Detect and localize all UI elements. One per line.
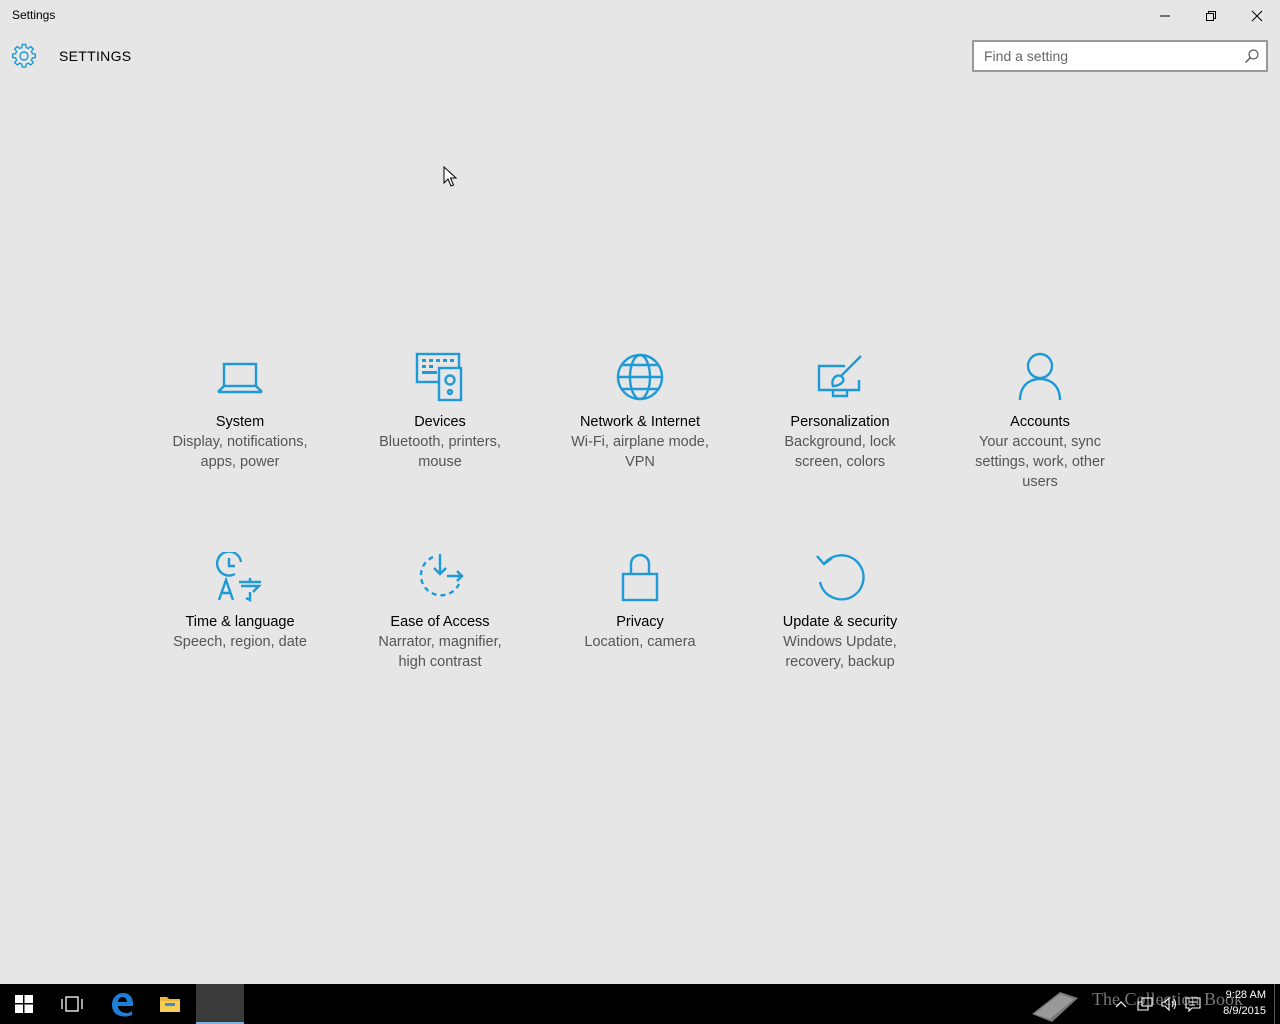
- tile-privacy[interactable]: Privacy Location, camera: [560, 552, 720, 652]
- tile-description: Location, camera: [584, 634, 696, 650]
- windows-logo-icon: [15, 995, 33, 1013]
- ease-of-access-icon: [419, 554, 464, 597]
- search-box[interactable]: [972, 40, 1268, 72]
- mouse-cursor-icon: [443, 166, 457, 187]
- search-icon[interactable]: [1244, 48, 1260, 64]
- restore-button[interactable]: [1188, 0, 1234, 32]
- tile-accounts[interactable]: Accounts Your account, sync settings, wo…: [960, 352, 1120, 492]
- globe-icon: [616, 353, 664, 401]
- person-icon: [1018, 352, 1062, 401]
- search-input[interactable]: [974, 42, 1234, 70]
- gear-icon: [12, 43, 36, 68]
- tile-description: Bluetooth, printers, mouse: [379, 434, 501, 470]
- edge-button[interactable]: [98, 984, 146, 1024]
- tile-update-security[interactable]: Update & security Windows Update, recove…: [760, 552, 920, 672]
- tile-name: Accounts: [1010, 414, 1070, 430]
- tile-system[interactable]: System Display, notifications, apps, pow…: [160, 352, 320, 472]
- volume-icon[interactable]: [1160, 995, 1178, 1013]
- tile-description: Your account, sync settings, work, other…: [975, 434, 1105, 490]
- tile-name: Time & language: [185, 614, 295, 630]
- tile-network-internet[interactable]: Network & Internet Wi-Fi, airplane mode,…: [560, 352, 720, 472]
- tile-name: Update & security: [782, 614, 898, 630]
- title-bar: Settings: [0, 0, 1280, 32]
- clock-date: 8/9/2015: [1223, 1005, 1266, 1017]
- task-view-icon: [61, 996, 83, 1012]
- tile-personalization[interactable]: Personalization Background, lock screen,…: [760, 352, 920, 472]
- minimize-button[interactable]: [1142, 0, 1188, 32]
- show-desktop-button[interactable]: [1274, 984, 1275, 1024]
- window-title: Settings: [12, 8, 56, 22]
- start-button[interactable]: [0, 984, 48, 1024]
- tile-devices[interactable]: Devices Bluetooth, printers, mouse: [360, 352, 520, 472]
- tile-name: Privacy: [616, 614, 664, 630]
- tile-description: Speech, region, date: [173, 634, 307, 650]
- tile-ease-of-access[interactable]: Ease of Access Narrator, magnifier, high…: [360, 552, 520, 672]
- laptop-icon: [217, 362, 263, 394]
- close-button[interactable]: [1234, 0, 1280, 32]
- tile-name: Devices: [414, 414, 466, 430]
- tile-description: Windows Update, recovery, backup: [783, 634, 897, 670]
- clock-time: 9:28 AM: [1225, 989, 1266, 1001]
- devices-icon: [415, 352, 463, 402]
- restore-icon: [1206, 11, 1216, 21]
- close-icon: [1251, 10, 1263, 22]
- taskbar: The Collection Book 9:28 AM 8/9/2015: [0, 984, 1280, 1024]
- edge-browser-icon: [112, 993, 133, 1017]
- tile-description: Background, lock screen, colors: [784, 434, 896, 470]
- tile-name: Personalization: [790, 414, 890, 430]
- tile-description: Narrator, magnifier, high contrast: [378, 634, 502, 670]
- task-view-button[interactable]: [48, 984, 96, 1024]
- action-center-icon[interactable]: [1184, 995, 1202, 1013]
- show-hidden-icons-chevron-icon[interactable]: [1112, 995, 1130, 1013]
- refresh-icon: [816, 554, 865, 601]
- network-icon[interactable]: [1136, 995, 1154, 1013]
- lock-icon: [621, 553, 659, 602]
- tile-name: Network & Internet: [579, 414, 701, 430]
- tile-time-language[interactable]: Time & language Speech, region, date: [160, 552, 320, 652]
- time-language-icon: [215, 552, 262, 602]
- settings-taskbar-button[interactable]: [196, 984, 244, 1024]
- file-explorer-button[interactable]: [146, 984, 194, 1024]
- page-title: SETTINGS: [59, 48, 132, 64]
- tile-name: Ease of Access: [390, 614, 490, 630]
- tile-name: System: [215, 414, 265, 430]
- paintbrush-icon: [817, 355, 862, 398]
- folder-icon: [160, 997, 180, 1012]
- tile-description: Wi-Fi, airplane mode, VPN: [571, 434, 709, 470]
- taskbar-clock[interactable]: 9:28 AM 8/9/2015: [1208, 987, 1266, 1019]
- tile-description: Display, notifications, apps, power: [172, 434, 308, 470]
- book-watermark-icon: [1032, 992, 1078, 1022]
- minimize-icon: [1160, 15, 1170, 17]
